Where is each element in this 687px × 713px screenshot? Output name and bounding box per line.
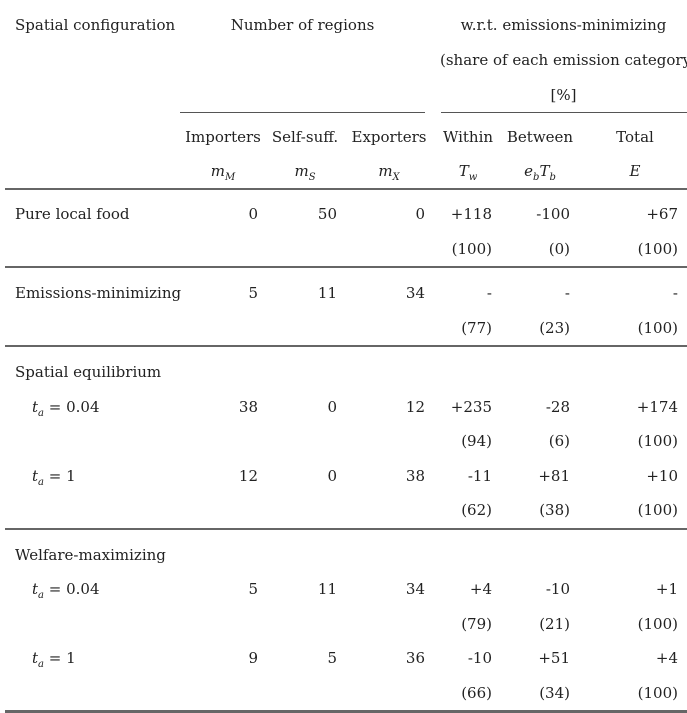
col-header-within: Within [442,128,494,146]
sym-mS: mS [294,162,316,183]
sym-mX: mX [378,162,400,183]
table-cell: -100 [536,205,570,223]
table-cell: 11 [317,284,337,302]
share-cell: (100) [451,239,492,258]
section-title: Pure local food [15,205,130,223]
table-cell: 50 [317,205,337,223]
share-cell: (79) [461,614,492,633]
share-cell: (94) [461,432,492,450]
share-cell: (21) [539,614,570,633]
table-cell: - [564,284,570,302]
table-cell: +10 [646,466,678,485]
share-cell: (38) [539,501,570,519]
share-cell: (77) [461,318,492,337]
table-cell: -10 [545,580,570,598]
share-cell: (100) [637,318,678,337]
share-cell: (100) [637,239,678,258]
sym-mM: mM [210,162,236,183]
section-title: Spatial equilibrium [15,363,162,381]
row-label: ta = 0.04 [32,397,100,419]
share-cell: (0) [548,239,570,258]
share-cell: (100) [637,614,678,633]
col-header-importers: Importers [185,128,261,146]
share-cell: (100) [637,683,678,702]
table-cell: 11 [317,580,337,598]
row-label: ta = 0.04 [32,580,100,601]
table-cell: +67 [646,205,678,223]
share-cell: (100) [637,432,678,450]
cmidrule-emissions [441,112,687,113]
row-label: ta = 1 [32,466,76,488]
table-cell: 0 [327,466,337,485]
col-header-between: Between [506,128,574,146]
header-emissions-line3: [%] [550,86,577,104]
table-cell: 12 [238,466,258,485]
section-title: Welfare-maximizing [15,545,166,564]
share-cell: (66) [461,683,492,702]
header-emissions-line2: (share of each emission category) [440,51,687,69]
section-rule [5,527,687,530]
table-cell: - [672,284,678,302]
section-rule [5,345,687,347]
share-cell: (62) [461,501,492,519]
header-number-of-regions: Number of regions [230,16,375,34]
table-cell: 5 [248,284,258,302]
header-emissions-line1: w.r.t. emissions-minimizing [460,16,667,34]
table-cell: 5 [248,580,258,598]
table-cell: 38 [238,397,258,416]
table-cell: 0 [248,205,258,223]
table-cell: +1 [655,580,678,598]
share-cell: (6) [548,432,570,450]
sym-ebTb: ebTb [524,162,556,183]
table-cell: +51 [538,649,570,667]
table-cell: +81 [538,466,570,485]
section-title: Emissions-minimizing [15,284,182,302]
table-cell: +118 [450,205,492,223]
header-rule [5,188,687,190]
section-rule [5,266,687,268]
table-cell: +4 [655,649,678,667]
col-header-exporters: Exporters [351,128,427,146]
table-cell: 9 [248,649,258,667]
table-cell: -11 [467,466,492,485]
sym-Tw: Tw [458,162,478,183]
row-label: ta = 1 [32,649,76,670]
sym-E: E [629,162,641,180]
header-spatial-configuration: Spatial configuration [15,16,176,34]
table-cell: -28 [545,397,570,416]
table-cell: 0 [327,397,337,416]
table-cell: -10 [467,649,492,667]
col-header-total: Total [616,128,654,146]
cmidrule-regions [180,112,425,113]
col-header-selfsuff: Self-suff. [271,128,339,146]
table-cell: +174 [636,397,678,416]
share-cell: (100) [637,501,678,519]
table-cell: - [486,284,492,302]
table-cell: +4 [469,580,492,598]
table-cell: +235 [450,397,492,416]
share-cell: (23) [539,318,570,337]
table-cell: 5 [327,649,337,667]
share-cell: (34) [539,683,570,702]
